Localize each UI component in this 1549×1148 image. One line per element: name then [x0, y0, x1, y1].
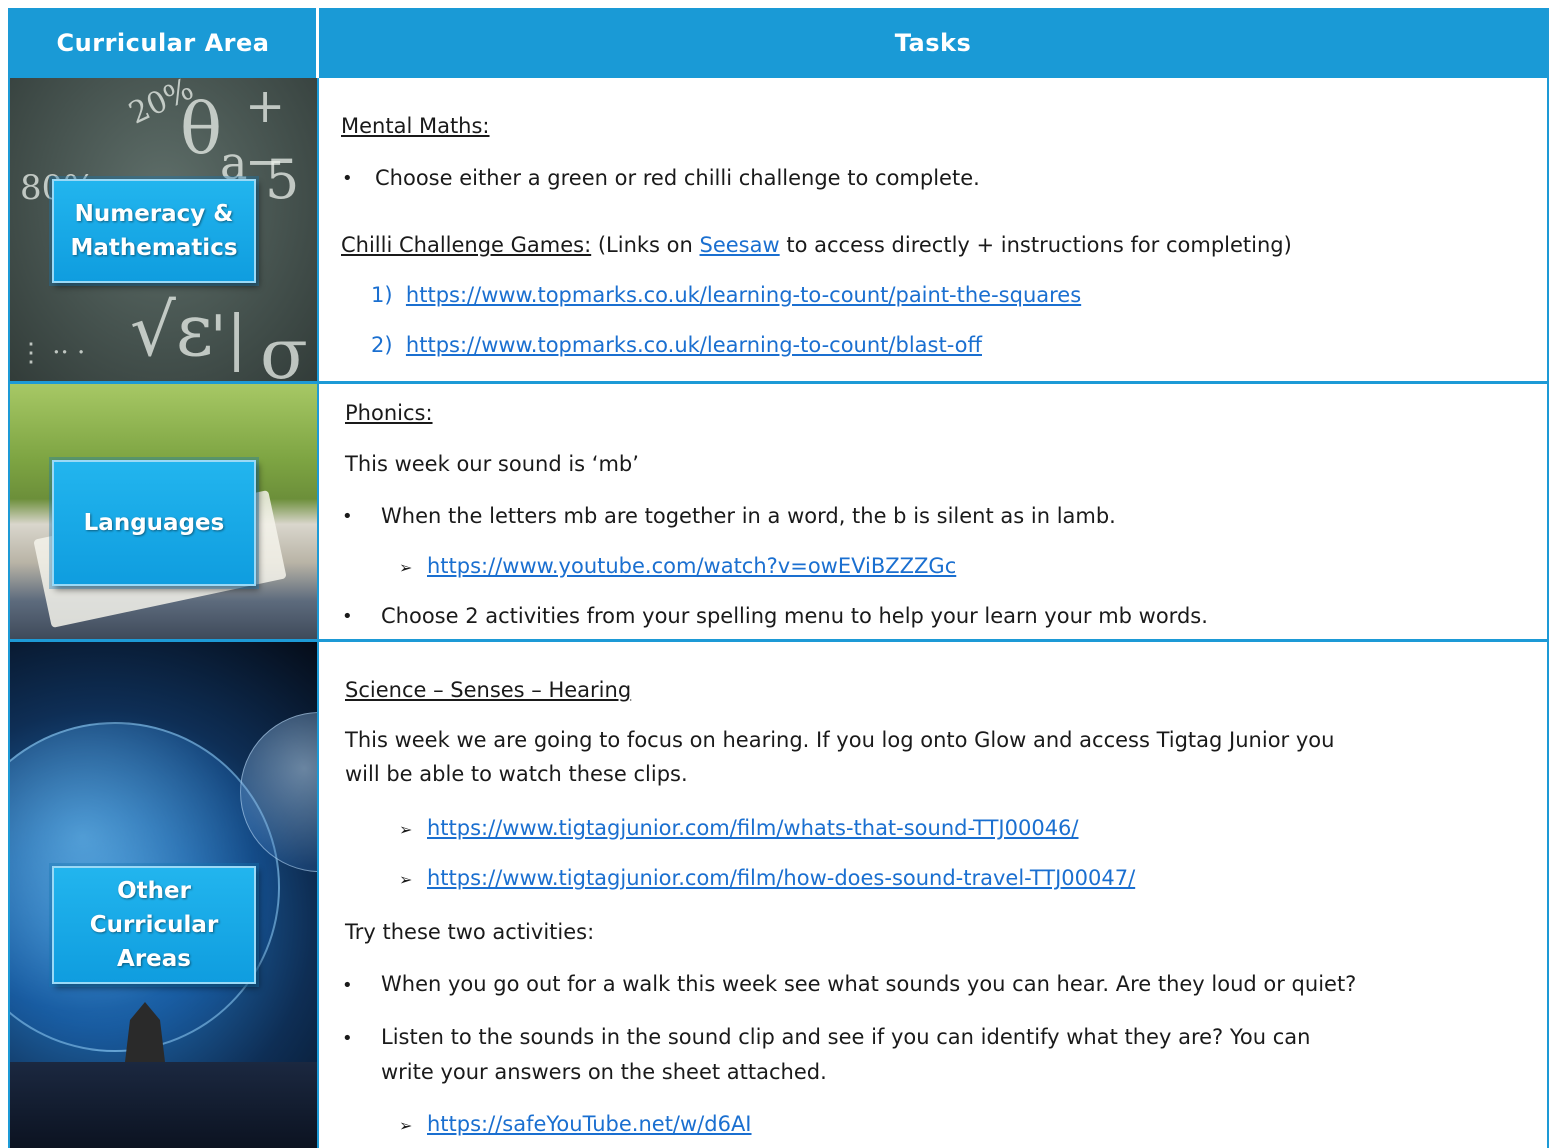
- activity-bullet-2-line-1: Listen to the sounds in the sound clip a…: [381, 1025, 1311, 1049]
- languages-reading-image: Languages: [10, 384, 319, 639]
- game-link-2: 2) https://www.topmarks.co.uk/learning-t…: [371, 333, 982, 357]
- row-maths: θ + − a 5 20% 80% √ε '| σ ⋮ ·· · Numerac…: [10, 78, 1547, 381]
- link-number: 1): [371, 283, 393, 307]
- row-languages: Languages Phonics: This week our sound i…: [10, 381, 1547, 639]
- other-space-image: Other Curricular Areas: [10, 642, 319, 1148]
- header-curricular-area: Curricular Area: [10, 8, 319, 78]
- maths-bullet-1: Choose either a green or red chilli chal…: [375, 166, 980, 190]
- bullet-icon: •: [342, 506, 353, 527]
- phonics-intro: This week our sound is ‘mb’: [345, 452, 639, 476]
- science-para-line-2: will be able to watch these clips.: [345, 762, 688, 786]
- science-heading: Science – Senses – Hearing: [345, 678, 632, 702]
- games-post: to access directly + instructions for co…: [779, 233, 1292, 257]
- activity-bullet-1: When you go out for a walk this week see…: [381, 972, 1357, 996]
- languages-tasks: Phonics: This week our sound is ‘mb’ • W…: [319, 384, 1547, 639]
- phonics-heading: Phonics:: [345, 401, 433, 425]
- activity-bullet-2-line-2: write your answers on the sheet attached…: [381, 1060, 827, 1084]
- table-header: Curricular Area Tasks: [10, 8, 1547, 78]
- bullet-icon: •: [342, 975, 353, 996]
- phonics-bullet-1: When the letters mb are together in a wo…: [381, 504, 1116, 528]
- link-number: 2): [371, 333, 393, 357]
- curriculum-table: Curricular Area Tasks θ + − a 5 20% 80% …: [8, 8, 1549, 1148]
- maths-chalkboard-image: θ + − a 5 20% 80% √ε '| σ ⋮ ·· · Numerac…: [10, 78, 319, 381]
- safe-youtube-link[interactable]: https://safeYouTube.net/w/d6AI: [427, 1112, 752, 1136]
- phonics-bullet-2: Choose 2 activities from your spelling m…: [381, 604, 1208, 628]
- youtube-mb-link[interactable]: https://www.youtube.com/watch?v=owEViBZZ…: [427, 554, 956, 578]
- maths-tasks: Mental Maths: • Choose either a green or…: [319, 78, 1547, 381]
- whats-that-sound-link[interactable]: https://www.tigtagjunior.com/film/whats-…: [427, 816, 1079, 840]
- row-other: Other Curricular Areas Science – Senses …: [10, 639, 1547, 1148]
- arrow-bullet-icon: ➢: [399, 558, 413, 577]
- paint-the-squares-link[interactable]: https://www.topmarks.co.uk/learning-to-c…: [406, 283, 1081, 307]
- seesaw-link[interactable]: Seesaw: [700, 233, 780, 257]
- games-pre: (Links on: [591, 233, 700, 257]
- try-activities-label: Try these two activities:: [345, 920, 595, 944]
- games-heading: Chilli Challenge Games:: [341, 233, 592, 257]
- maths-heading: Mental Maths:: [341, 114, 490, 138]
- arrow-bullet-icon: ➢: [399, 1116, 413, 1135]
- games-line: Chilli Challenge Games: (Links on Seesaw…: [341, 233, 1292, 257]
- blast-off-link[interactable]: https://www.topmarks.co.uk/learning-to-c…: [406, 333, 982, 357]
- bullet-icon: •: [342, 606, 353, 627]
- bullet-icon: •: [342, 168, 353, 189]
- arrow-bullet-icon: ➢: [399, 870, 413, 889]
- area-label-maths: Numeracy & Mathematics: [52, 179, 256, 283]
- how-does-sound-travel-link[interactable]: https://www.tigtagjunior.com/film/how-do…: [427, 866, 1135, 890]
- arrow-bullet-icon: ➢: [399, 820, 413, 839]
- science-para-line-1: This week we are going to focus on heari…: [345, 728, 1335, 752]
- header-tasks: Tasks: [894, 29, 972, 57]
- area-label-other: Other Curricular Areas: [52, 866, 256, 984]
- area-label-languages: Languages: [52, 460, 256, 586]
- other-tasks: Science – Senses – Hearing This week we …: [319, 642, 1547, 1148]
- game-link-1: 1) https://www.topmarks.co.uk/learning-t…: [371, 283, 1081, 307]
- bullet-icon: •: [342, 1028, 353, 1049]
